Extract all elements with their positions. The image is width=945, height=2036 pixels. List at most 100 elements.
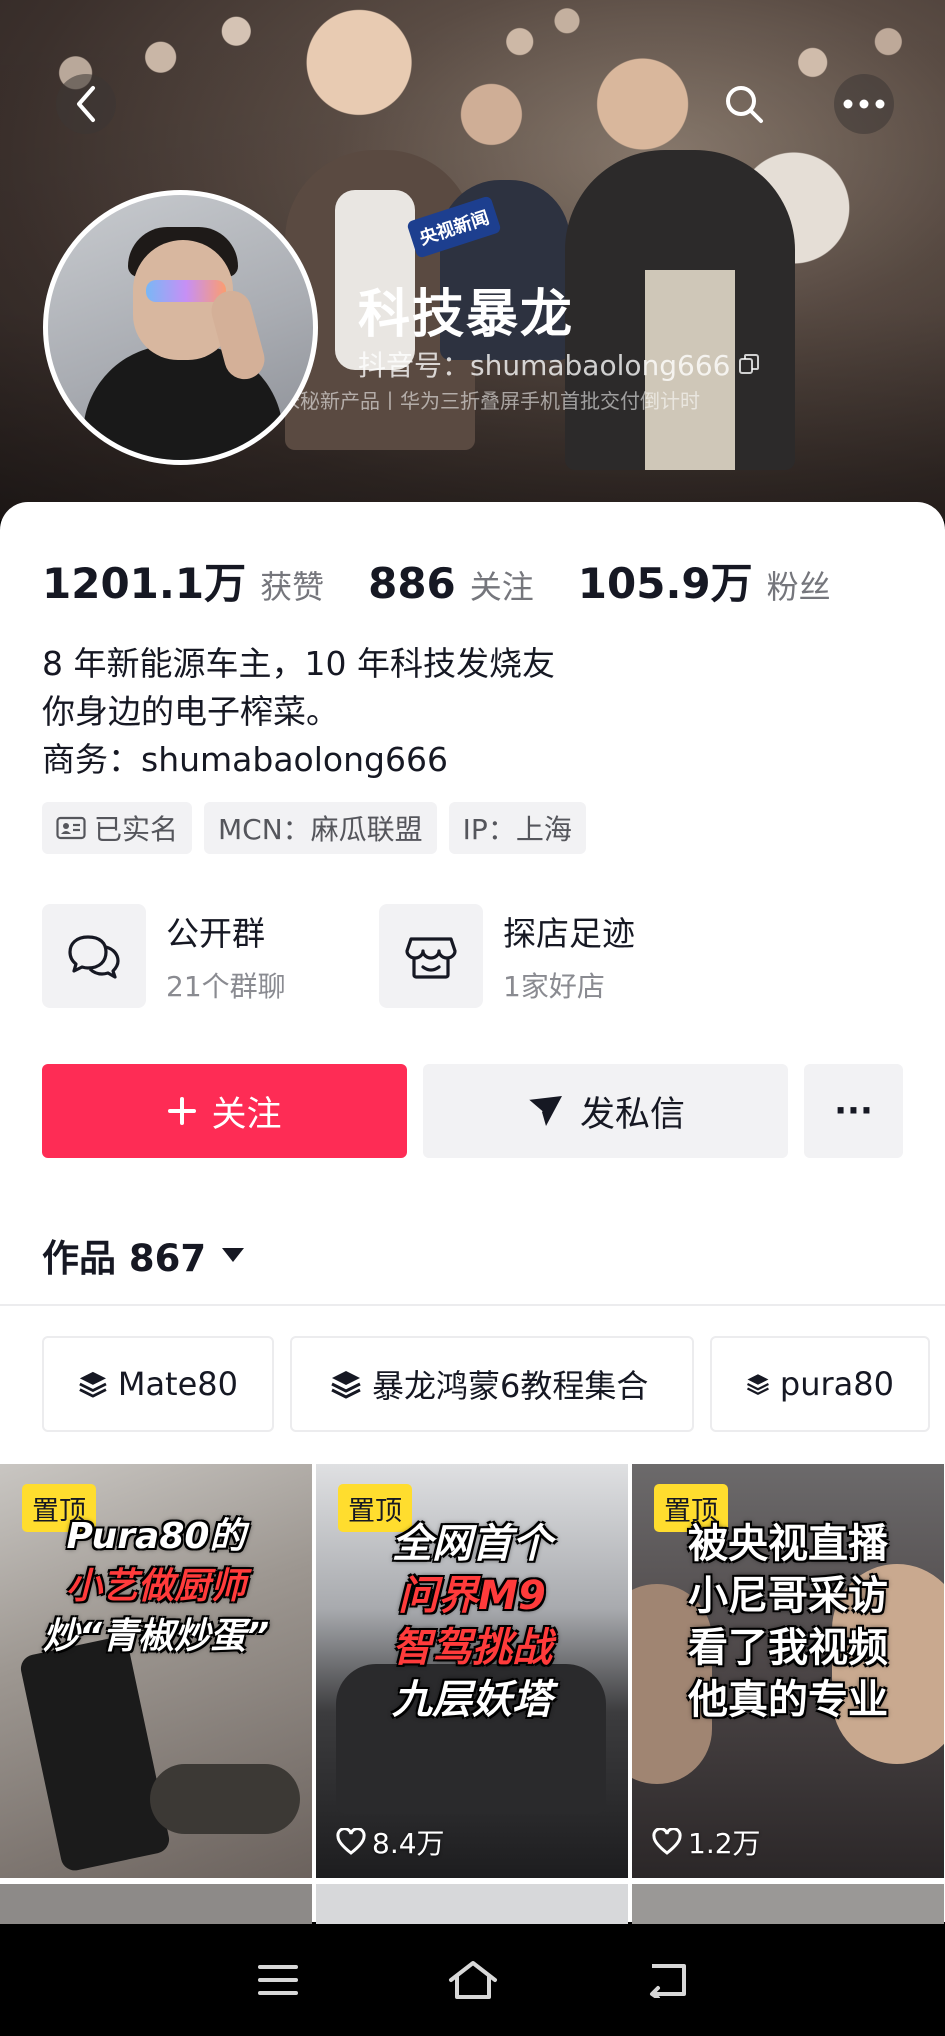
- video-likes: 8.4万: [336, 1822, 445, 1862]
- verified-tag-label: 已实名: [94, 813, 179, 846]
- douyin-id-text: 抖音号：shumabaolong666: [358, 349, 731, 382]
- collection-chip-label: 暴龙鸿蒙6教程集合: [372, 1367, 649, 1405]
- video-likes: 1.2万: [652, 1822, 761, 1862]
- heart-icon: [336, 1828, 366, 1855]
- cover-text-line: 问界M9: [398, 1573, 546, 1619]
- cover-text-line: 看了我视频: [688, 1625, 888, 1671]
- video-thumbnail[interactable]: [0, 1884, 312, 1924]
- more-options-button[interactable]: [834, 74, 894, 134]
- ip-tag: IP：上海: [448, 802, 586, 854]
- layers-icon: [331, 1371, 361, 1399]
- plus-icon: [168, 1097, 197, 1125]
- menu-icon: [257, 1965, 298, 1995]
- more-dots-icon: [843, 99, 885, 109]
- public-group-entry[interactable]: 公开群 21个群聊: [42, 904, 379, 1008]
- profile-header: 央视新闻 米秘新产品丨华为三折叠屏手机首批交付倒计时 科技暴龙 抖音号：shum…: [0, 0, 945, 520]
- stats-row: 1201.1万 获赞 886 关注 105.9万 粉丝: [42, 550, 875, 611]
- video-thumbnail[interactable]: 置顶 被央视直播 小尼哥采访 看了我视频 他真的专业 1.2万: [632, 1464, 944, 1878]
- id-card-icon: [56, 816, 86, 840]
- video-thumbnail[interactable]: [316, 1884, 628, 1924]
- collection-chip-mate80[interactable]: Mate80: [42, 1336, 274, 1432]
- collection-chip-pura80[interactable]: pura80: [710, 1336, 930, 1432]
- video-cover-text: 被央视直播 小尼哥采访 看了我视频 他真的专业: [632, 1518, 944, 1726]
- works-count: 作品 867: [42, 1237, 207, 1280]
- feature-entries: 公开群 21个群聊 探店足迹 1家好店: [42, 904, 716, 1008]
- bio-line-2: 你身边的电子榨菜。: [42, 692, 339, 731]
- search-button[interactable]: [714, 74, 774, 134]
- video-likes-count: 1.2万: [688, 1827, 761, 1860]
- public-group-title: 公开群: [166, 914, 265, 953]
- shop-visit-title: 探店足迹: [503, 914, 635, 953]
- action-buttons: 关注 发私信 ···: [42, 1064, 903, 1158]
- video-thumbnail[interactable]: [632, 1884, 944, 1924]
- shop-visit-entry[interactable]: 探店足迹 1家好店: [379, 904, 716, 1008]
- group-chat-icon: [42, 904, 146, 1008]
- header-ticker-text: 米秘新产品丨华为三折叠屏手机首批交付倒计时: [280, 389, 700, 413]
- profile-card: 1201.1万 获赞 886 关注 105.9万 粉丝 8 年新能源车主，10 …: [0, 502, 945, 1924]
- shop-visit-subtitle: 1家好店: [503, 970, 605, 1003]
- cover-text-line: Pura80的: [66, 1516, 246, 1557]
- mcn-tag-label: MCN：麻瓜联盟: [218, 813, 423, 846]
- back-nav-button[interactable]: [638, 1955, 698, 2005]
- stat-followers-label: 粉丝: [766, 568, 831, 606]
- avatar[interactable]: [43, 190, 318, 465]
- verified-tag[interactable]: 已实名: [42, 802, 193, 854]
- stat-following-value: 886: [368, 559, 456, 608]
- cover-text-line: 被央视直播: [688, 1521, 888, 1567]
- mcn-tag[interactable]: MCN：麻瓜联盟: [204, 802, 437, 854]
- header-person-right: [565, 150, 795, 470]
- bio-line-1: 8 年新能源车主，10 年科技发烧友: [42, 644, 555, 683]
- search-icon: [726, 86, 763, 123]
- bio: 8 年新能源车主，10 年科技发烧友 你身边的电子榨菜。 商务：shumabao…: [42, 640, 555, 784]
- copy-icon[interactable]: [738, 353, 760, 375]
- stat-followers[interactable]: 105.9万 粉丝: [578, 550, 831, 611]
- video-thumbnail[interactable]: 置顶 全网首个 问界M9 智驾挑战 九层妖塔 8.4万: [316, 1464, 628, 1878]
- video-grid: 置顶 Pura80的 小艺做厨师 炒“青椒炒蛋” 置顶 全网首个 问界M9 智驾…: [0, 1464, 945, 1878]
- stat-likes[interactable]: 1201.1万 获赞: [42, 550, 324, 611]
- works-tab[interactable]: 作品 867: [42, 1228, 246, 1282]
- video-cover-text: 全网首个 问界M9 智驾挑战 九层妖塔: [316, 1518, 628, 1726]
- video-likes-count: 8.4万: [372, 1827, 445, 1860]
- profile-tags: 已实名 MCN：麻瓜联盟 IP：上海: [42, 802, 586, 854]
- message-button[interactable]: 发私信: [423, 1064, 788, 1158]
- back-button[interactable]: [56, 74, 116, 134]
- heart-icon: [652, 1828, 682, 1855]
- stat-following-label: 关注: [469, 568, 534, 606]
- cover-text-line: 炒“青椒炒蛋”: [42, 1616, 270, 1657]
- cover-text-line: 小艺做厨师: [65, 1566, 246, 1607]
- video-thumbnail[interactable]: 置顶 Pura80的 小艺做厨师 炒“青椒炒蛋”: [0, 1464, 312, 1878]
- follow-button-label: 关注: [211, 1094, 282, 1135]
- layers-icon: [746, 1374, 769, 1395]
- stat-likes-value: 1201.1万: [42, 559, 247, 608]
- back-nav-icon: [649, 1964, 686, 1998]
- cover-text-line: 全网首个: [392, 1521, 552, 1567]
- douyin-id[interactable]: 抖音号：shumabaolong666: [358, 344, 760, 384]
- video-grid-next-row: [0, 1884, 945, 1924]
- follow-button[interactable]: 关注: [42, 1064, 407, 1158]
- collection-chips: Mate80 暴龙鸿蒙6教程集合 pura80: [42, 1336, 930, 1432]
- cover-text-line: 他真的专业: [688, 1677, 888, 1723]
- home-nav-button[interactable]: [443, 1955, 503, 2005]
- collection-chip-label: Mate80: [117, 1365, 238, 1403]
- video-cover-text: Pura80的 小艺做厨师 炒“青椒炒蛋”: [0, 1512, 312, 1662]
- chevron-left-icon: [77, 86, 95, 122]
- bio-line-3: 商务：shumabaolong666: [42, 740, 448, 779]
- store-icon: [379, 904, 483, 1008]
- stat-likes-label: 获赞: [260, 568, 325, 606]
- menu-nav-button[interactable]: [248, 1955, 308, 2005]
- public-group-subtitle: 21个群聊: [166, 970, 286, 1003]
- section-divider: [0, 1304, 945, 1306]
- stat-following[interactable]: 886 关注: [368, 559, 534, 608]
- home-icon: [448, 1961, 497, 1999]
- collection-chip-harmony-tutorials[interactable]: 暴龙鸿蒙6教程集合: [290, 1336, 694, 1432]
- layers-icon: [79, 1371, 107, 1398]
- cover-text-line: 小尼哥采访: [688, 1573, 888, 1619]
- display-name: 科技暴龙: [358, 285, 575, 345]
- caret-down-icon: [222, 1248, 245, 1262]
- system-navigation-bar: [0, 1924, 945, 2036]
- stat-followers-value: 105.9万: [577, 559, 753, 608]
- cover-text-line: 九层妖塔: [392, 1677, 552, 1723]
- more-actions-label: ···: [834, 1091, 873, 1131]
- more-actions-button[interactable]: ···: [804, 1064, 903, 1158]
- collection-chip-label: pura80: [779, 1365, 894, 1403]
